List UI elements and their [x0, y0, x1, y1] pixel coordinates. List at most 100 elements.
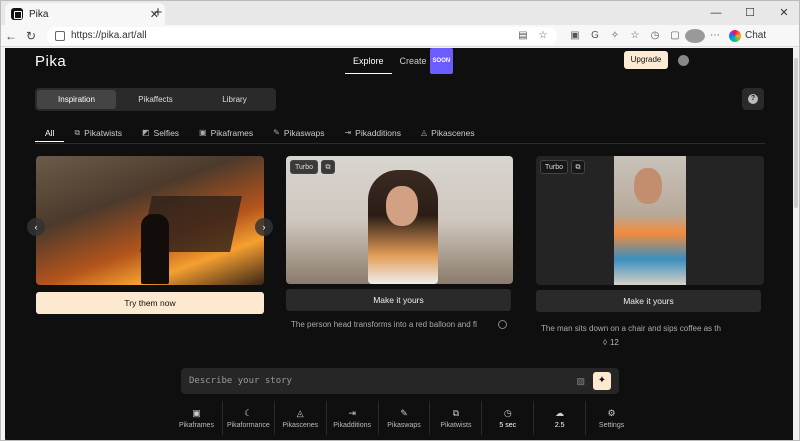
pika-logo[interactable]: Pika	[35, 53, 66, 70]
prompt-composer: ▨ ✦	[181, 368, 619, 394]
likes-value: 12	[609, 338, 619, 347]
description-text: The man sits down on a chair and sips co…	[541, 324, 721, 333]
tool-label: 2.5	[554, 421, 565, 429]
address-bar: ← ↻ https://pika.art/all ▤ ☆ ▣ G ✧ ☆ ◷ ▢…	[1, 25, 799, 47]
soon-badge: SOON	[429, 48, 454, 74]
category-pikaswaps[interactable]: ✎ Pikaswaps	[263, 124, 334, 142]
category-pikascenes[interactable]: ◬ Pikascenes	[411, 124, 485, 142]
help-icon: ?	[748, 94, 758, 104]
twist-icon: ⧉	[571, 160, 586, 174]
enter-icon: ⇥	[348, 407, 356, 418]
brush-icon: ✎	[400, 407, 408, 418]
close-window-button[interactable]: ✕	[767, 1, 799, 25]
burning-house-thumbnail[interactable]	[36, 156, 264, 285]
maximize-button[interactable]: ☐	[733, 1, 767, 25]
tool-label: 5 sec	[499, 421, 517, 429]
back-icon[interactable]: ←	[1, 29, 21, 43]
page-scrollbar[interactable]	[793, 48, 799, 440]
person-face	[386, 186, 418, 226]
nav-create[interactable]: Create SOON	[392, 48, 462, 74]
user-avatar-icon[interactable]	[678, 55, 689, 66]
badges: Turbo ⧉	[290, 160, 336, 174]
category-label: Pikaswaps	[283, 128, 325, 138]
tool-label: Pikadditions	[333, 421, 371, 429]
tool-label: Pikaformance	[226, 421, 270, 429]
minimize-button[interactable]: —	[699, 1, 733, 25]
category-pikatwists[interactable]: ⧉ Pikatwists	[64, 124, 132, 142]
description-text: The person head transforms into a red ba…	[291, 320, 477, 329]
upgrade-button[interactable]: Upgrade	[624, 51, 668, 69]
make-it-yours-button[interactable]: Make it yours	[286, 289, 511, 311]
try-them-now-button[interactable]: Try them now	[36, 292, 264, 314]
selfie-icon: ◩	[141, 128, 150, 137]
history-icon[interactable]: ◷	[645, 30, 665, 41]
info-icon[interactable]	[498, 320, 507, 329]
nav-explore[interactable]: Explore	[345, 48, 392, 74]
tool-pikatwists[interactable]: ⧉ Pikatwists	[430, 401, 483, 435]
sliders-icon: ⚙	[607, 407, 616, 418]
pika-favicon-icon	[11, 8, 23, 20]
extension-icon[interactable]: ▣	[565, 30, 585, 41]
favorite-star-icon[interactable]: ☆	[537, 30, 549, 42]
woman-video-thumbnail[interactable]: Turbo ⧉	[286, 156, 513, 284]
favorites-icon[interactable]: ☆	[625, 30, 645, 41]
category-pikaframes[interactable]: ▣ Pikaframes	[189, 124, 263, 142]
tool-pikadditions[interactable]: ⇥ Pikadditions	[327, 401, 379, 435]
turbo-badge: Turbo	[290, 160, 319, 174]
twist-icon: ⧉	[321, 160, 336, 174]
bottom-edge	[5, 435, 795, 440]
profile-avatar-icon[interactable]	[685, 28, 705, 43]
browser-tab[interactable]: Pika ✕	[5, 3, 165, 25]
collections-icon[interactable]: ▢	[665, 30, 685, 41]
story-input[interactable]	[189, 376, 577, 386]
enter-icon: ⇥	[344, 128, 352, 137]
tool-pikaformance[interactable]: ☾ Pikaformance	[223, 401, 275, 435]
video-card: Turbo ⧉ Make it yours The person head tr…	[286, 156, 513, 329]
extension-g-icon[interactable]: G	[585, 30, 605, 41]
refresh-icon[interactable]: ↻	[21, 29, 41, 43]
copilot-chat-button[interactable]: Chat	[729, 29, 766, 42]
man-face	[634, 168, 662, 204]
inspiration-card: ‹ › Try them now	[27, 156, 273, 314]
category-pikadditions[interactable]: ⇥ Pikadditions	[334, 124, 411, 142]
category-label: Pikascenes	[431, 128, 475, 138]
tool-duration[interactable]: ◷ 5 sec	[482, 401, 535, 435]
tool-pikascenes[interactable]: ◬ Pikascenes	[275, 401, 327, 435]
make-it-yours-button[interactable]: Make it yours	[536, 290, 761, 312]
more-menu-icon[interactable]: ⋯	[705, 30, 725, 41]
nav-create-label: Create	[399, 56, 427, 66]
extensions-icon[interactable]: ✧	[605, 30, 625, 41]
tool-pikaswaps[interactable]: ✎ Pikaswaps	[379, 401, 431, 435]
new-tab-button[interactable]: +	[149, 4, 167, 21]
carousel-prev-button[interactable]: ‹	[27, 218, 45, 236]
tab-library[interactable]: Library	[195, 90, 274, 109]
help-button[interactable]: ?	[742, 88, 764, 110]
url-field[interactable]: https://pika.art/all ▤ ☆	[47, 26, 557, 45]
pika-page: Pika Explore Create SOON Upgrade Inspirat…	[5, 48, 795, 440]
cloud-icon: ☁	[555, 407, 565, 418]
category-selfies[interactable]: ◩ Selfies	[132, 124, 189, 142]
tool-pikaframes[interactable]: ▣ Pikaframes	[171, 401, 223, 435]
tool-settings[interactable]: ⚙ Settings	[586, 401, 637, 435]
tab-pikaffects[interactable]: Pikaffects	[116, 90, 195, 109]
lock-icon	[55, 30, 65, 41]
copilot-icon	[729, 29, 741, 42]
frame-icon: ▣	[192, 407, 201, 418]
category-all[interactable]: All	[35, 124, 65, 142]
category-tabs: All ⧉ Pikatwists ◩ Selfies ▣ Pikaframes ✎ Pi…	[35, 124, 765, 144]
carousel-next-button[interactable]: ›	[255, 218, 273, 236]
tool-label: Pikaframes	[178, 421, 214, 429]
reader-icon[interactable]: ▤	[517, 30, 529, 42]
tool-label: Pikascenes	[282, 421, 319, 429]
tab-inspiration[interactable]: Inspiration	[37, 90, 116, 109]
man-video-thumbnail[interactable]: Turbo ⧉	[536, 156, 764, 285]
generate-button[interactable]: ✦	[593, 372, 611, 390]
figure-silhouette	[141, 214, 169, 284]
likes-count[interactable]: ◊ 12	[603, 338, 619, 347]
scrollbar-thumb[interactable]	[794, 58, 798, 208]
tool-label: Pikatwists	[440, 421, 472, 429]
image-upload-icon[interactable]: ▨	[576, 376, 585, 387]
tool-model-version[interactable]: ☁ 2.5	[534, 401, 587, 435]
category-label: All	[45, 127, 55, 138]
section-switcher: Inspiration Pikaffects Library	[35, 88, 276, 111]
